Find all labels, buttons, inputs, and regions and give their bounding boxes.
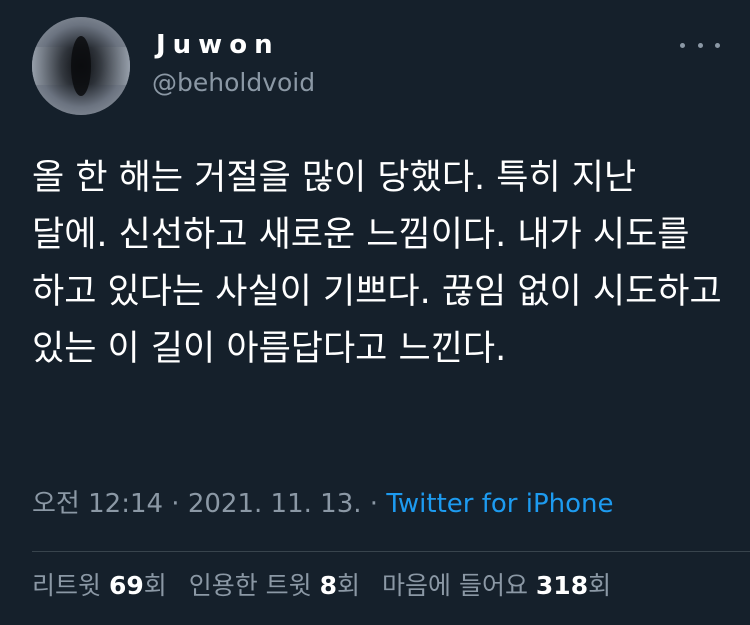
likes-suffix: 회 bbox=[588, 571, 612, 600]
tweet-stats: 리트윗 69회 인용한 트윗 8회 마음에 들어요 318회 bbox=[32, 566, 625, 606]
tweet-card: Juwon @beholdvoid 올 한 해는 거절을 많이 당했다. 특히 … bbox=[0, 0, 750, 625]
likes-count: 318 bbox=[535, 571, 589, 600]
display-name[interactable]: Juwon bbox=[156, 28, 280, 62]
dot bbox=[697, 42, 703, 48]
retweets-suffix: 회 bbox=[143, 571, 167, 600]
tweet-time[interactable]: 오전 12:14 bbox=[32, 489, 163, 519]
quotes-stat[interactable]: 인용한 트윗 8회 bbox=[189, 566, 360, 606]
retweets-stat[interactable]: 리트윗 69회 bbox=[32, 566, 167, 606]
avatar[interactable] bbox=[32, 17, 130, 115]
tweet-date[interactable]: 2021. 11. 13. bbox=[188, 489, 362, 519]
dot bbox=[715, 42, 720, 48]
quotes-suffix: 회 bbox=[337, 571, 361, 600]
tweet-source-link[interactable]: Twitter for iPhone bbox=[386, 489, 613, 519]
meta-separator: · bbox=[361, 489, 387, 519]
more-options-icon[interactable] bbox=[680, 28, 720, 62]
user-handle[interactable]: @beholdvoid bbox=[152, 66, 315, 100]
retweets-label: 리트윗 bbox=[32, 571, 109, 600]
likes-stat[interactable]: 마음에 들어요 318회 bbox=[382, 566, 611, 606]
meta-separator: · bbox=[163, 489, 188, 519]
quotes-label: 인용한 트윗 bbox=[188, 571, 320, 600]
avatar-image-icon bbox=[32, 17, 130, 115]
dot bbox=[680, 42, 685, 48]
quotes-count: 8 bbox=[319, 571, 338, 600]
tweet-meta: 오전 12:14 · 2021. 11. 13. · Twitter for i… bbox=[32, 484, 614, 524]
tweet-text: 올 한 해는 거절을 많이 당했다. 특히 지난 달에. 신선하고 새로운 느낌… bbox=[32, 158, 722, 369]
retweets-count: 69 bbox=[108, 571, 144, 600]
divider bbox=[32, 551, 750, 552]
likes-label: 마음에 들어요 bbox=[382, 571, 536, 600]
